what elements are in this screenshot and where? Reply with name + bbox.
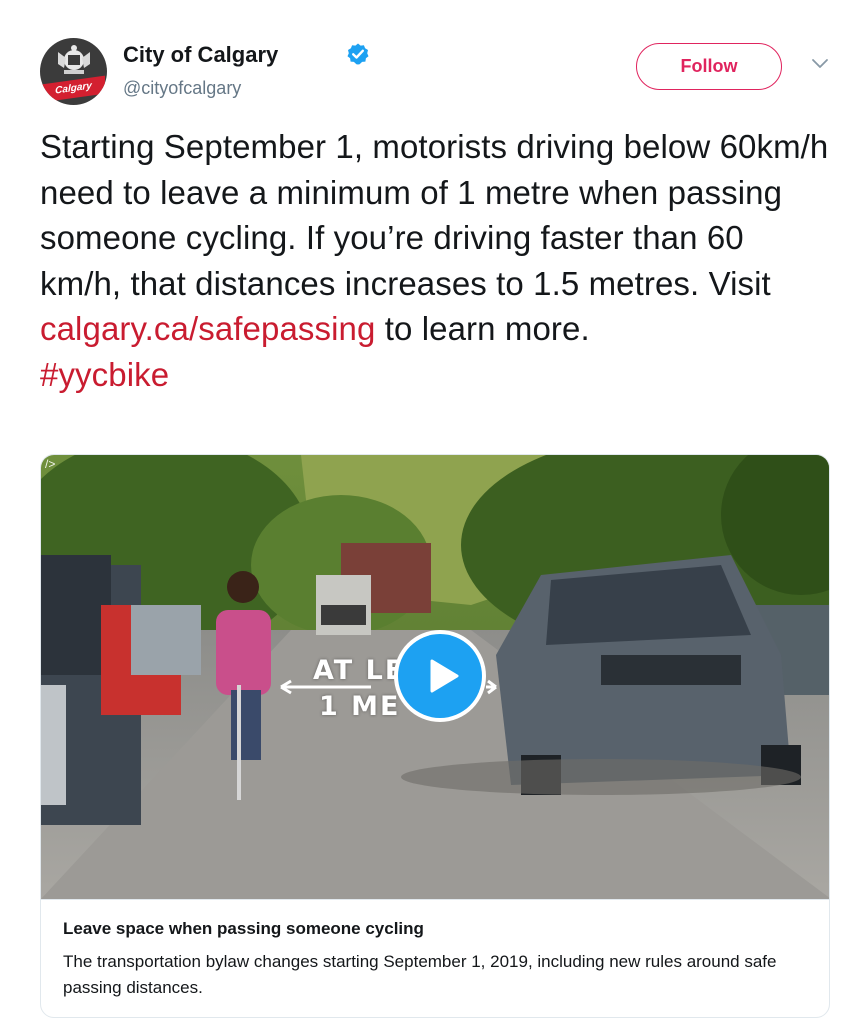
account-name[interactable]: City of Calgary <box>123 42 278 68</box>
card-description: The transportation bylaw changes startin… <box>63 952 777 997</box>
play-button-circle[interactable] <box>398 634 482 718</box>
link-card[interactable]: /> AT LE 1 ME Leave space when passing s… <box>40 454 830 1018</box>
city-crest-icon <box>58 45 90 74</box>
avatar-banner: Calgary <box>42 75 105 103</box>
hashtag-link[interactable]: #yycbike <box>40 356 169 393</box>
account-handle[interactable]: @cityofcalgary <box>123 78 241 99</box>
tweet-body-text: Starting September 1, motorists driving … <box>40 128 829 302</box>
tweet-body-text-end: to learn more. <box>375 310 590 348</box>
play-button[interactable] <box>394 630 486 722</box>
tweet-link[interactable]: calgary.ca/safepassing <box>40 310 375 347</box>
play-icon <box>430 659 459 693</box>
media-corner-mark: /> <box>45 457 56 471</box>
chevron-down-icon[interactable] <box>811 58 829 70</box>
tweet-header: Calgary City of Calgary @cityofcalgary F… <box>40 38 830 108</box>
tweet-text: Starting September 1, motorists driving … <box>40 124 830 398</box>
avatar[interactable]: Calgary <box>40 38 107 105</box>
video-overlay-text-line2: 1 ME <box>319 691 401 722</box>
follow-button[interactable]: Follow <box>636 43 782 90</box>
video-thumbnail[interactable]: /> AT LE 1 ME <box>41 455 829 899</box>
verified-badge-icon <box>347 43 369 65</box>
card-title[interactable]: Leave space when passing someone cycling <box>63 918 809 940</box>
card-info[interactable]: Leave space when passing someone cycling… <box>41 899 829 1017</box>
video-overlay-text-line1: AT LE <box>313 655 406 686</box>
